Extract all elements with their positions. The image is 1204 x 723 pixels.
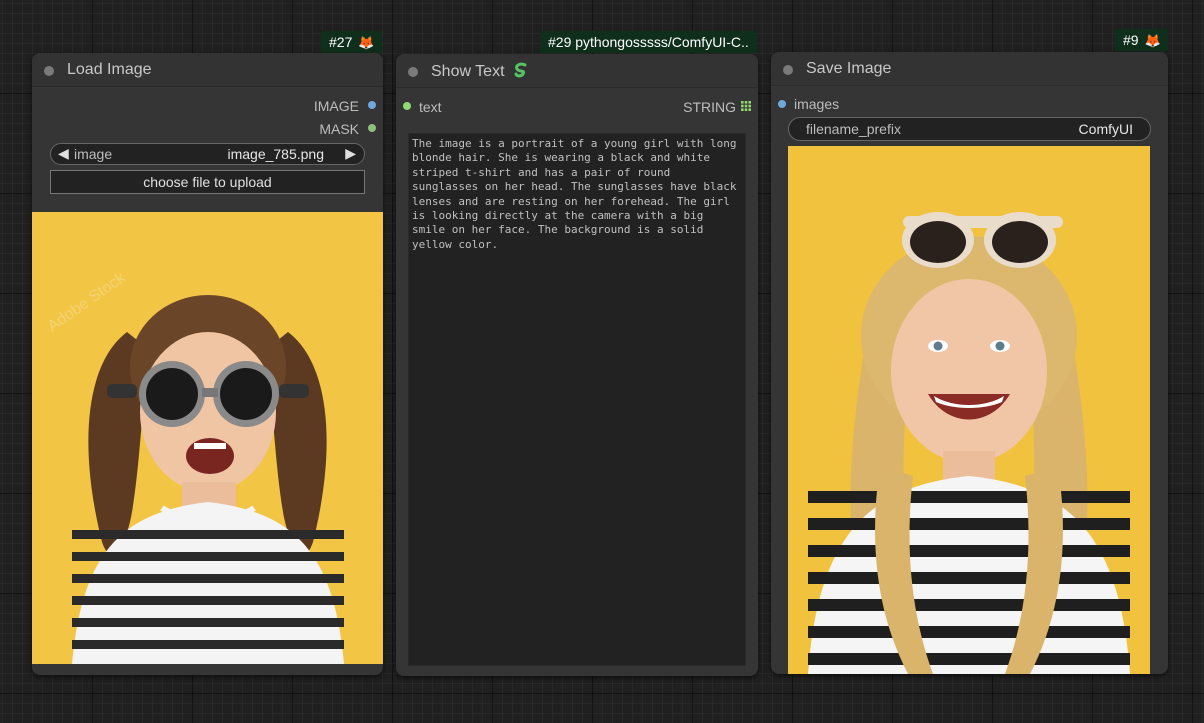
girl-smiling-photo (788, 146, 1150, 674)
fox-icon: 🦊 (358, 35, 375, 50)
preview-image: Adobe Stock (32, 212, 383, 664)
input-slot-images[interactable] (778, 100, 786, 108)
collapse-dot-icon[interactable] (783, 65, 793, 75)
node-id: #27 (329, 34, 353, 50)
text-output-area[interactable]: The image is a portrait of a young girl … (408, 133, 746, 666)
node-title: Show Text (431, 62, 529, 81)
node-title: Save Image (806, 60, 892, 77)
input-label-text: text (419, 99, 442, 115)
node-title-text: Show Text (431, 63, 505, 80)
output-label-mask: MASK (319, 121, 359, 137)
output-slot-mask[interactable] (368, 124, 376, 132)
node-title: Load Image (67, 61, 152, 78)
grid-icon[interactable] (741, 101, 751, 111)
input-slot-text[interactable] (403, 102, 411, 110)
node-header[interactable]: Show Text (396, 54, 758, 88)
node-header[interactable]: Load Image (32, 53, 383, 87)
upload-button[interactable]: choose file to upload (50, 170, 365, 194)
node-header[interactable]: Save Image (771, 52, 1168, 86)
widget-value: ComfyUI (1078, 121, 1133, 137)
load-image-node[interactable]: Load Image IMAGE MASK ◀ image image_785.… (32, 53, 383, 675)
collapse-dot-icon[interactable] (408, 67, 418, 77)
node-badge-show-text: #29 pythongosssss/ComfyUI-C.. (540, 31, 757, 53)
output-slot-image[interactable] (368, 101, 376, 109)
show-text-node[interactable]: Show Text text STRING The image is a por… (396, 54, 758, 676)
widget-label: filename_prefix (806, 121, 901, 137)
arrow-left-icon[interactable]: ◀ (58, 145, 69, 162)
input-label-images: images (794, 96, 840, 112)
node-badge-load-image: #27 🦊 (321, 31, 382, 53)
girl-goggles-photo: Adobe Stock (32, 212, 383, 664)
output-image (788, 146, 1150, 674)
image-combo-widget[interactable]: ◀ image image_785.png ▶ (50, 143, 365, 165)
combo-value: image_785.png (227, 146, 324, 162)
collapse-dot-icon[interactable] (44, 66, 54, 76)
node-id: #9 (1123, 32, 1139, 48)
fox-icon: 🦊 (1144, 33, 1161, 48)
node-badge-save-image: #9 🦊 (1115, 29, 1168, 51)
output-label-string: STRING (683, 99, 736, 115)
combo-label: image (74, 146, 113, 162)
save-image-node[interactable]: Save Image images filename_prefix ComfyU… (771, 52, 1168, 674)
snake-icon (514, 62, 527, 78)
node-source: #29 pythongosssss/ComfyUI-C.. (548, 34, 749, 50)
arrow-right-icon[interactable]: ▶ (345, 145, 356, 162)
filename-prefix-widget[interactable]: filename_prefix ComfyUI (788, 117, 1151, 141)
output-label-image: IMAGE (313, 98, 359, 114)
